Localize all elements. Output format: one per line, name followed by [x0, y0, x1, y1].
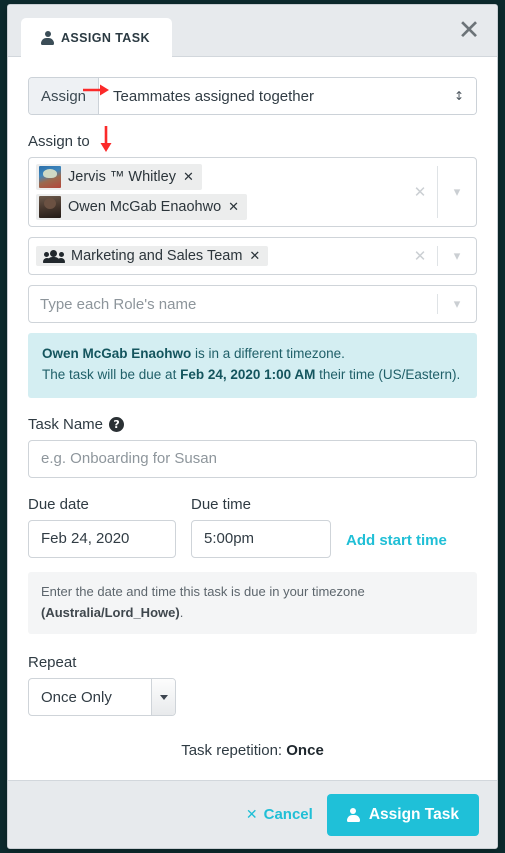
task-name-input[interactable]	[28, 439, 477, 478]
person-icon	[41, 31, 54, 45]
clear-icon[interactable]: ✕	[403, 247, 437, 265]
cancel-button[interactable]: ✕ Cancel	[246, 806, 313, 823]
chevron-down-icon[interactable]: ▾	[438, 185, 476, 200]
task-repetition-prefix: Task repetition:	[181, 742, 287, 760]
assign-task-button[interactable]: Assign Task	[326, 793, 479, 836]
tab-assign-task[interactable]: ASSIGN TASK	[21, 18, 172, 58]
groups-field[interactable]: Marketing and Sales Team ✕ ✕ ▾	[28, 237, 477, 275]
group-name: Marketing and Sales Team	[71, 248, 243, 264]
add-start-time-link[interactable]: Add start time	[346, 532, 447, 558]
due-note-timezone: (Australia/Lord_Howe)	[41, 604, 180, 620]
task-name-label: Task Name	[28, 415, 104, 433]
repeat-label-row: Repeat	[28, 654, 477, 671]
timezone-alert-suffix: their time (US/Eastern).	[315, 366, 461, 382]
timezone-alert: Owen McGab Enaohwo is in a different tim…	[28, 333, 477, 398]
roles-placeholder: Type each Role's name	[40, 295, 197, 313]
modal-footer: ✕ Cancel Assign Task	[8, 780, 497, 848]
due-time-group: Due time	[191, 496, 331, 558]
remove-group-icon[interactable]: ✕	[249, 250, 260, 263]
close-icon: ✕	[245, 806, 258, 823]
assign-task-label: Assign Task	[368, 805, 459, 823]
due-date-label: Due date	[28, 495, 89, 513]
chevron-down-icon[interactable]: ▾	[438, 297, 476, 312]
groups-field-actions: ✕ ▾	[403, 238, 476, 274]
remove-assignee-icon[interactable]: ✕	[183, 171, 194, 184]
modal-header: ASSIGN TASK ✕	[8, 5, 497, 58]
due-date-input[interactable]	[28, 519, 176, 558]
clear-icon[interactable]: ✕	[403, 183, 437, 201]
remove-assignee-icon[interactable]: ✕	[228, 201, 239, 214]
timezone-alert-line-2: The task will be due at Feb 24, 2020 1:0…	[42, 365, 463, 386]
task-name-label-row: Task Name ?	[28, 416, 477, 433]
help-icon[interactable]: ?	[109, 416, 125, 432]
assign-to-label-row: Assign to	[28, 133, 477, 150]
due-timezone-note: Enter the date and time this task is due…	[28, 571, 477, 635]
due-time-label: Due time	[191, 495, 252, 513]
assign-type-row: Assign Teammates assigned together ↕	[28, 77, 477, 115]
modal-body: Assign Teammates assigned together ↕ Ass…	[8, 57, 497, 780]
close-icon[interactable]: ✕	[452, 13, 486, 47]
timezone-alert-person: Owen McGab Enaohwo	[42, 346, 192, 361]
assignee-token[interactable]: Owen McGab Enaohwo ✕	[36, 194, 248, 220]
group-token[interactable]: Marketing and Sales Team ✕	[36, 246, 269, 266]
due-date-group: Due date	[28, 496, 176, 558]
assign-task-modal: ASSIGN TASK ✕ Assign Teammates assigned …	[7, 4, 498, 849]
assignee-token[interactable]: Jervis ™ Whitley ✕	[36, 164, 202, 190]
task-repetition-line: Task repetition: Once	[28, 742, 477, 759]
due-note-prefix: Enter the date and time this task is due…	[41, 583, 365, 599]
assignees-field[interactable]: Jervis ™ Whitley ✕ Owen McGab Enaohwo ✕ …	[28, 157, 477, 227]
roles-field[interactable]: Type each Role's name ▾	[28, 285, 477, 323]
due-time-input[interactable]	[191, 519, 331, 558]
chevron-down-icon[interactable]: ▾	[438, 249, 476, 264]
due-note-suffix: .	[179, 604, 184, 620]
assign-prefix-label: Assign	[29, 78, 100, 114]
timezone-alert-line-1: Owen McGab Enaohwo is in a different tim…	[42, 344, 463, 365]
roles-field-actions: ▾	[437, 286, 476, 322]
avatar	[39, 196, 61, 218]
tab-label: ASSIGN TASK	[61, 31, 150, 45]
repeat-select-wrap: Once Only	[28, 678, 176, 717]
cancel-label: Cancel	[263, 806, 313, 823]
due-row: Due date Due time Add start time	[28, 496, 477, 558]
avatar	[39, 166, 61, 188]
repeat-select[interactable]: Once Only	[28, 678, 176, 717]
assign-to-label: Assign to	[28, 133, 90, 150]
task-repetition-value: Once	[286, 742, 324, 760]
assignees-field-actions: ✕ ▾	[403, 158, 476, 226]
timezone-alert-line1-rest: is in a different timezone.	[191, 346, 345, 361]
repeat-label: Repeat	[28, 654, 77, 672]
assignee-name: Owen McGab Enaohwo	[68, 199, 222, 215]
assign-type-select[interactable]: Teammates assigned together	[99, 78, 476, 114]
timezone-alert-datetime: Feb 24, 2020 1:00 AM	[180, 366, 316, 382]
assignee-name: Jervis ™ Whitley	[68, 169, 176, 185]
person-icon	[346, 807, 360, 822]
timezone-alert-prefix: The task will be due at	[42, 366, 181, 382]
users-icon	[43, 249, 65, 264]
assign-type-select-wrap: Teammates assigned together ↕	[99, 78, 476, 114]
